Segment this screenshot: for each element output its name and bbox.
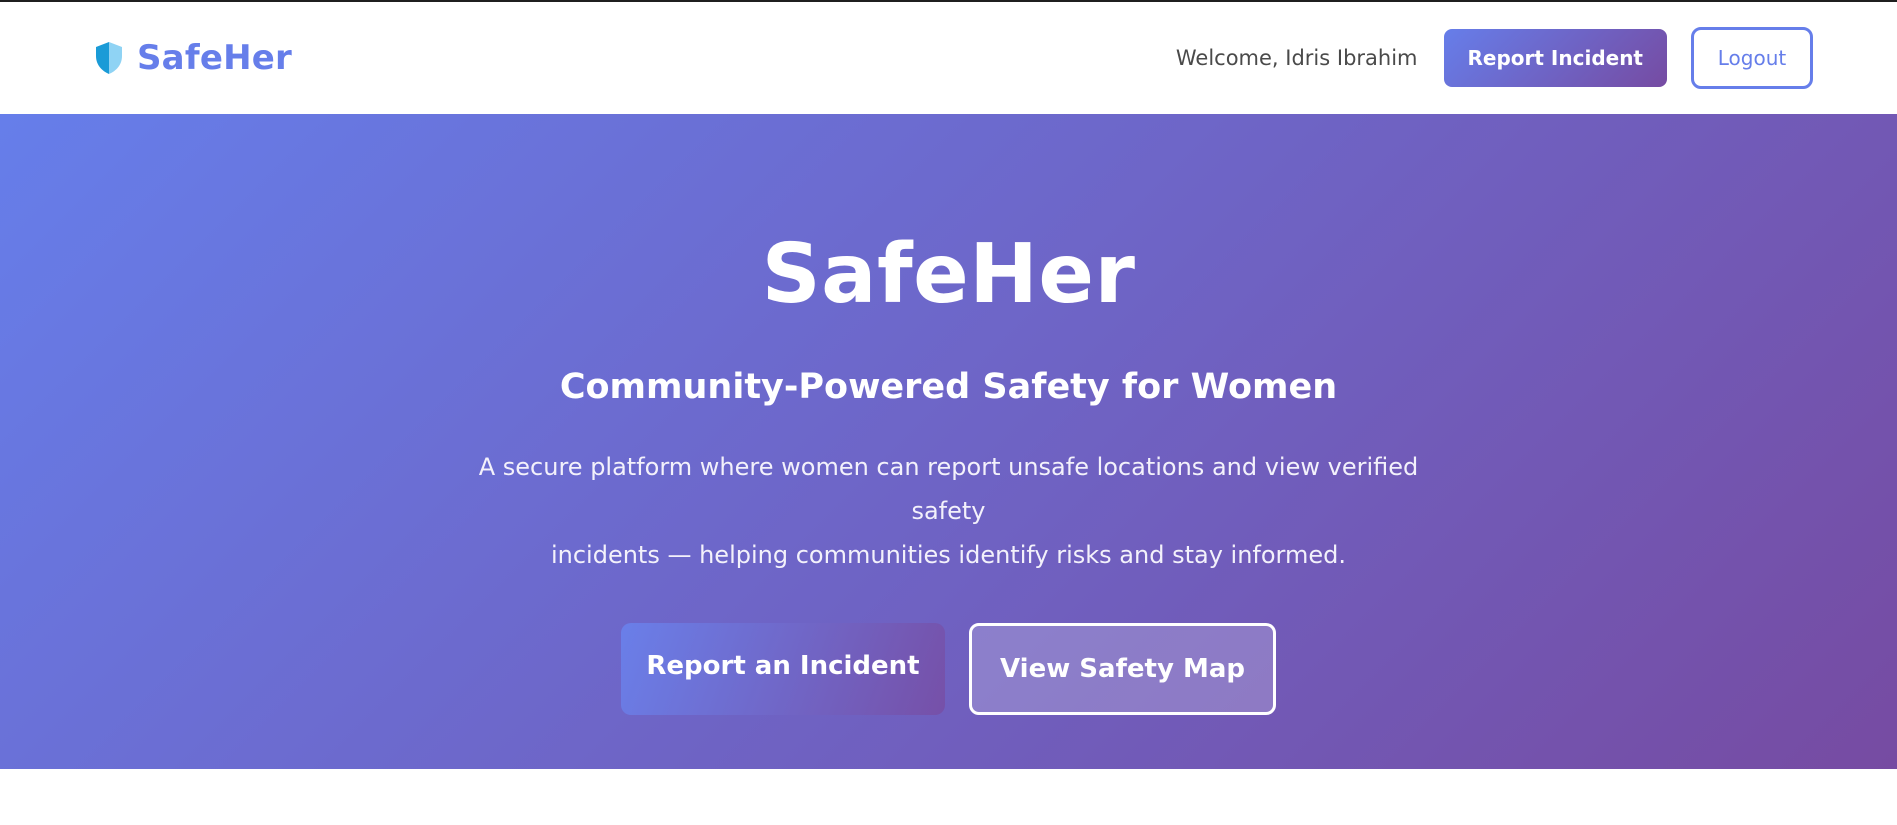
view-safety-map-button[interactable]: View Safety Map bbox=[969, 622, 1276, 715]
shield-icon bbox=[96, 42, 122, 74]
brand-name: SafeHer bbox=[137, 38, 292, 78]
hero-actions: Report an Incident View Safety Map bbox=[621, 622, 1276, 715]
logout-button[interactable]: Logout bbox=[1691, 27, 1813, 89]
hero-subtitle: Community-Powered Safety for Women bbox=[559, 367, 1338, 407]
brand[interactable]: SafeHer bbox=[95, 38, 292, 78]
hero-description: A secure platform where women can report… bbox=[449, 445, 1449, 577]
welcome-text: Welcome, Idris Ibrahim bbox=[1175, 46, 1418, 70]
hero-description-line-1: A secure platform where women can report… bbox=[478, 452, 1419, 525]
report-incident-button[interactable]: Report Incident bbox=[1443, 29, 1667, 87]
report-an-incident-button[interactable]: Report an Incident bbox=[621, 622, 945, 715]
nav-actions: Welcome, Idris Ibrahim Report Incident L… bbox=[1176, 27, 1813, 89]
hero-description-line-2: incidents — helping communities identify… bbox=[550, 540, 1347, 569]
navbar: SafeHer Welcome, Idris Ibrahim Report In… bbox=[0, 2, 1897, 114]
hero-title: SafeHer bbox=[761, 227, 1136, 322]
hero-section: SafeHer Community-Powered Safety for Wom… bbox=[0, 114, 1897, 769]
